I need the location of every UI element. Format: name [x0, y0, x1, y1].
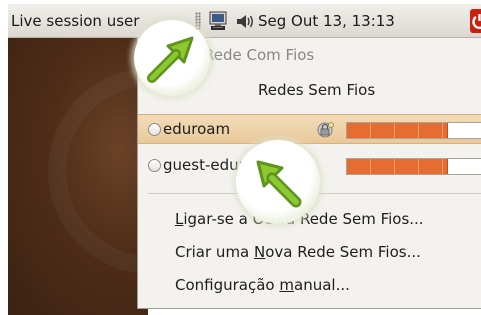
radio-button[interactable] [148, 159, 161, 172]
speaker-volume-icon[interactable] [236, 13, 256, 30]
action-label-rest: anual... [294, 276, 350, 294]
green-arrow-icon [147, 36, 194, 83]
screen: Live session user Seg Out 13, 13:13 Rede… [0, 0, 481, 315]
connect-other-network-item[interactable]: Ligar-se a Outra Rede Sem Fios... [175, 210, 481, 234]
action-label-prefix: Criar uma [175, 243, 255, 261]
green-arrow-icon [256, 160, 302, 208]
wired-network-header: Rede Com Fios [204, 46, 315, 64]
signal-strength-fill [347, 123, 448, 138]
top-panel: Live session user Seg Out 13, 13:13 [8, 4, 481, 38]
wireless-networks-header: Redes Sem Fios [258, 81, 376, 99]
signal-strength-bar [346, 158, 481, 175]
action-mnemonic: m [279, 276, 295, 294]
action-label-rest: ova Rede Sem Fios... [265, 243, 421, 261]
network-computer-icon[interactable] [208, 11, 228, 31]
manual-configuration-item[interactable]: Configuração manual... [175, 276, 481, 300]
power-icon[interactable] [470, 9, 481, 33]
green-arrow-annotation [236, 140, 320, 224]
green-arrow-annotation [134, 20, 210, 96]
clock[interactable]: Seg Out 13, 13:13 [258, 12, 395, 30]
desktop-background [8, 38, 254, 315]
network-name: eduroam [163, 120, 231, 138]
signal-strength-bar [346, 122, 481, 139]
padlock-keys-icon [316, 120, 336, 140]
action-label-prefix: Configuração [175, 276, 280, 294]
create-new-network-item[interactable]: Criar uma Nova Rede Sem Fios... [175, 243, 481, 267]
action-mnemonic: N [254, 243, 266, 261]
signal-strength-fill [347, 159, 448, 174]
radio-button[interactable] [148, 123, 161, 136]
